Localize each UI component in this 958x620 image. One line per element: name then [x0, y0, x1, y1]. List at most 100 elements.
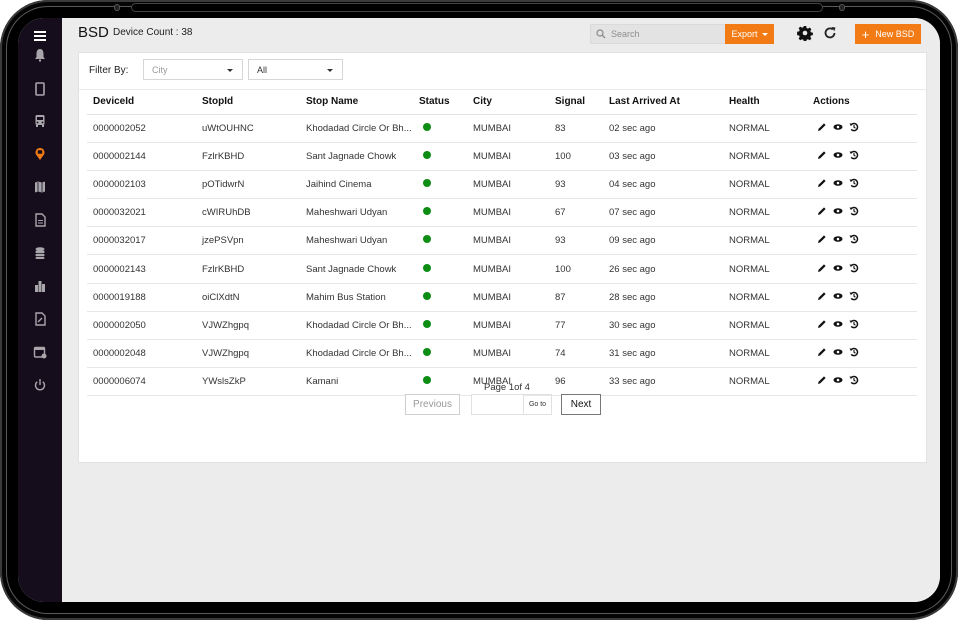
status-cell [413, 198, 467, 228]
edit-icon[interactable] [817, 178, 827, 188]
table-row[interactable]: 0000032017 jzePSVpn Maheshwari Udyan MUMBAI… [87, 226, 917, 256]
history-icon[interactable] [849, 178, 859, 188]
history-icon[interactable] [849, 263, 859, 273]
actions-cell [807, 170, 917, 200]
stop-name-cell: Sant Jagnade Chowk [300, 142, 413, 171]
edit-icon[interactable] [817, 150, 827, 160]
health-cell: NORMAL [723, 367, 807, 397]
device-count: Device Count : 38 [113, 27, 193, 38]
eye-icon[interactable] [833, 347, 843, 357]
history-icon[interactable] [849, 150, 859, 160]
last-arrived-cell: 03 sec ago [603, 142, 723, 171]
previous-button[interactable]: Previous [405, 394, 460, 415]
status-cell [413, 311, 467, 341]
search-icon [596, 29, 606, 39]
column-header[interactable]: StopId [196, 90, 300, 115]
history-icon[interactable] [849, 291, 859, 301]
new-bsd-button[interactable]: + New BSD [855, 24, 921, 44]
status-online-dot [423, 150, 431, 159]
chevron-down-icon [761, 32, 768, 36]
edit-icon[interactable] [817, 319, 827, 329]
map-icon[interactable] [28, 177, 52, 197]
actions-cell [807, 226, 917, 256]
eye-icon[interactable] [833, 178, 843, 188]
actions-cell [807, 198, 917, 228]
tablet-icon[interactable] [28, 79, 52, 99]
edit-icon[interactable] [817, 347, 827, 357]
eye-icon[interactable] [833, 234, 843, 244]
power-icon[interactable] [28, 375, 52, 395]
eye-icon[interactable] [833, 150, 843, 160]
next-button[interactable]: Next [561, 394, 601, 415]
eye-icon[interactable] [833, 319, 843, 329]
table-row[interactable]: 0000002103 pOTidwrN Jaihind Cinema MUMBAI 93… [87, 170, 917, 200]
column-header[interactable]: DeviceId [87, 90, 196, 115]
table-row[interactable]: 0000002048 VJWZhgpq Khodadad Circle Or Bh.… [87, 339, 917, 369]
column-header[interactable]: Health [723, 90, 807, 115]
edit-icon[interactable] [817, 206, 827, 216]
edit-icon[interactable] [817, 234, 827, 244]
refresh-icon[interactable] [822, 25, 838, 41]
buildings-icon[interactable] [28, 276, 52, 296]
report-icon[interactable] [28, 309, 52, 329]
edit-icon[interactable] [817, 375, 827, 385]
export-button[interactable]: Export [725, 24, 774, 44]
column-header[interactable]: Signal [549, 90, 603, 115]
column-header[interactable]: Last Arrived At [603, 90, 723, 115]
bell-icon[interactable] [28, 45, 52, 65]
table-row[interactable]: 0000002050 VJWZhgpq Khodadad Circle Or Bh.… [87, 311, 917, 341]
menu-icon[interactable] [28, 26, 52, 46]
document-icon[interactable] [28, 210, 52, 230]
table-row[interactable]: 0000002143 FzlrKBHD Sant Jagnade Chowk MUMB… [87, 254, 917, 284]
table-row[interactable]: 0000002052 uWtOUHNC Khodadad Circle Or Bh.… [87, 114, 917, 143]
signal-cell: 93 [549, 226, 603, 256]
device-id-cell: 0000002052 [87, 114, 196, 143]
search-input[interactable] [611, 29, 721, 39]
status-online-dot [423, 207, 431, 216]
history-icon[interactable] [849, 234, 859, 244]
edit-icon[interactable] [817, 122, 827, 132]
status-online-dot [423, 263, 431, 272]
column-header[interactable]: City [467, 90, 549, 115]
table-row[interactable]: 0000019188 oiClXdtN Mahim Bus Station MUMBA… [87, 283, 917, 312]
eye-icon[interactable] [833, 375, 843, 385]
bus-icon[interactable] [28, 111, 52, 131]
city-select[interactable]: City [143, 59, 243, 80]
location-pin-icon[interactable] [28, 144, 52, 164]
screen: BSD Device Count : 38 Export + New BSD F… [18, 18, 940, 602]
history-icon[interactable] [849, 122, 859, 132]
status-online-dot [423, 122, 431, 131]
table-row[interactable]: 0000002144 FzlrKBHD Sant Jagnade Chowk MUMB… [87, 142, 917, 171]
column-header[interactable]: Stop Name [300, 90, 413, 115]
history-icon[interactable] [849, 319, 859, 329]
history-icon[interactable] [849, 206, 859, 216]
table-row[interactable]: 0000032021 cWIRUhDB Maheshwari Udyan MUMBAI… [87, 198, 917, 228]
city-cell: MUMBAI [467, 311, 549, 341]
signal-cell: 83 [549, 114, 603, 143]
eye-icon[interactable] [833, 291, 843, 301]
devices-table: DeviceId StopId Stop Name Status City Si… [87, 90, 917, 397]
edit-icon[interactable] [817, 263, 827, 273]
edit-icon[interactable] [817, 291, 827, 301]
calendar-settings-icon[interactable] [28, 342, 52, 362]
last-arrived-cell: 26 sec ago [603, 254, 723, 284]
database-icon[interactable] [28, 243, 52, 263]
gear-icon[interactable] [797, 25, 813, 42]
eye-icon[interactable] [833, 263, 843, 273]
status-cell [413, 226, 467, 256]
history-icon[interactable] [849, 347, 859, 357]
last-arrived-cell: 07 sec ago [603, 198, 723, 228]
status-filter-select[interactable]: All [248, 59, 343, 80]
history-icon[interactable] [849, 375, 859, 385]
goto-page-input[interactable] [472, 395, 524, 414]
goto-button[interactable]: Go to [524, 395, 551, 414]
city-select-value: City [152, 64, 168, 75]
column-header: Actions [807, 90, 917, 115]
stop-name-cell: Mahim Bus Station [300, 283, 413, 312]
eye-icon[interactable] [833, 122, 843, 132]
column-header[interactable]: Status [413, 90, 467, 115]
health-cell: NORMAL [723, 254, 807, 284]
search-box[interactable] [590, 24, 726, 44]
stop-name-cell: Kamani [300, 367, 413, 397]
eye-icon[interactable] [833, 206, 843, 216]
